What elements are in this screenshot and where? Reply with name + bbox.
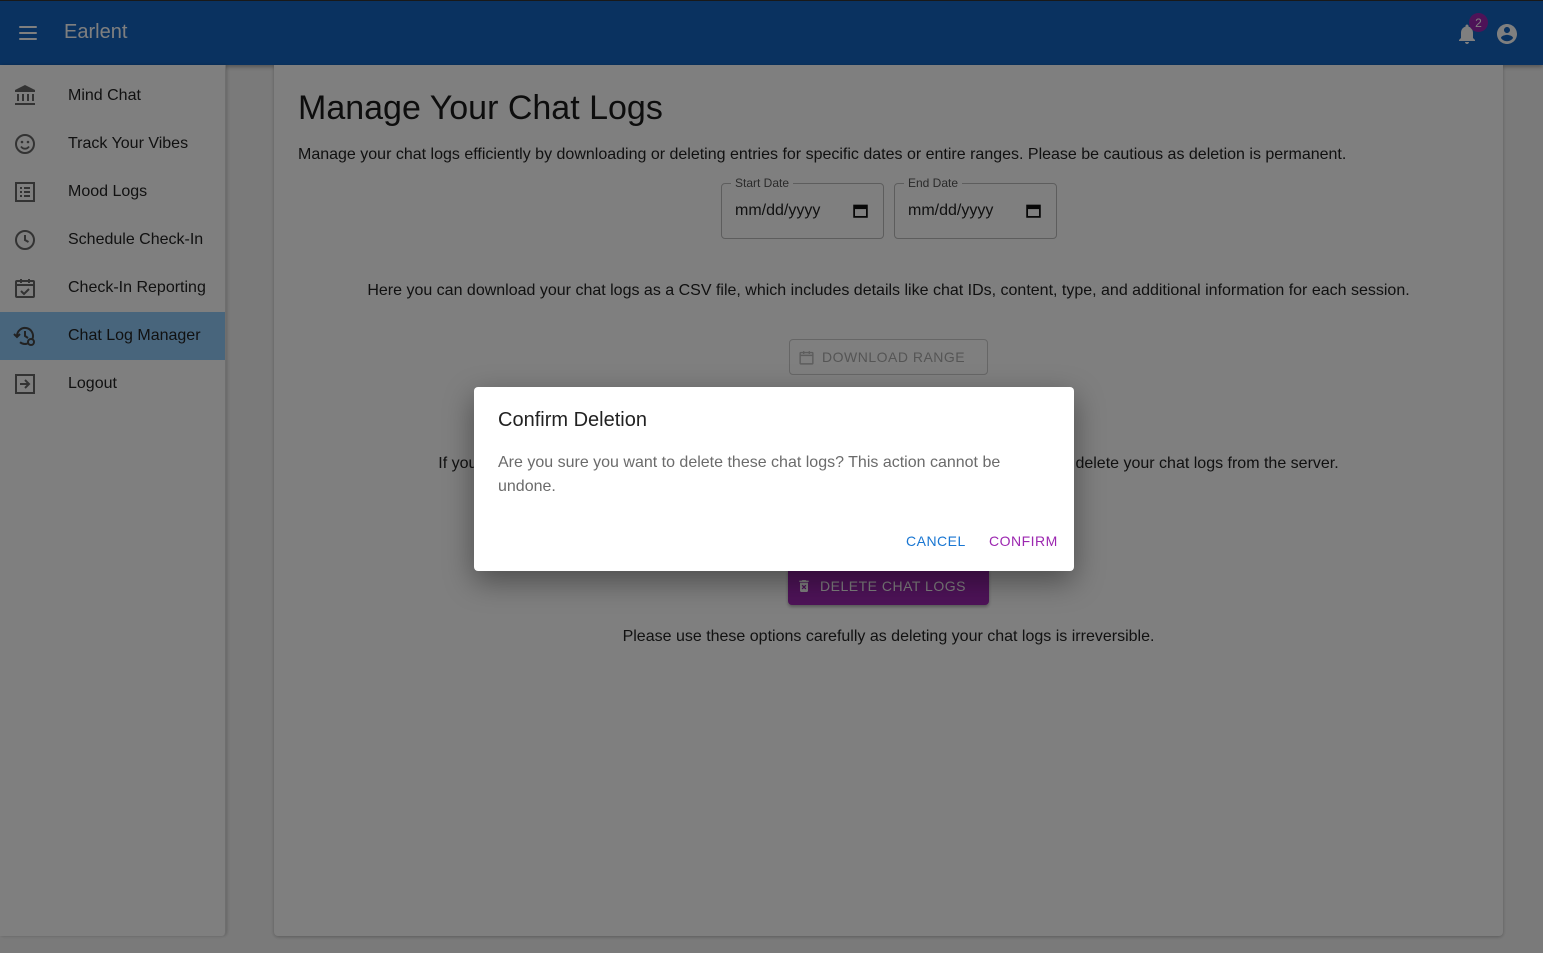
dialog-title: Confirm Deletion (498, 409, 647, 431)
dialog-text: Are you sure you want to delete these ch… (498, 454, 1001, 495)
confirm-deletion-dialog: Confirm Deletion Are you sure you want t… (474, 387, 1074, 571)
confirm-button[interactable]: CONFIRM (989, 533, 1058, 549)
cancel-button[interactable]: CANCEL (906, 533, 966, 549)
